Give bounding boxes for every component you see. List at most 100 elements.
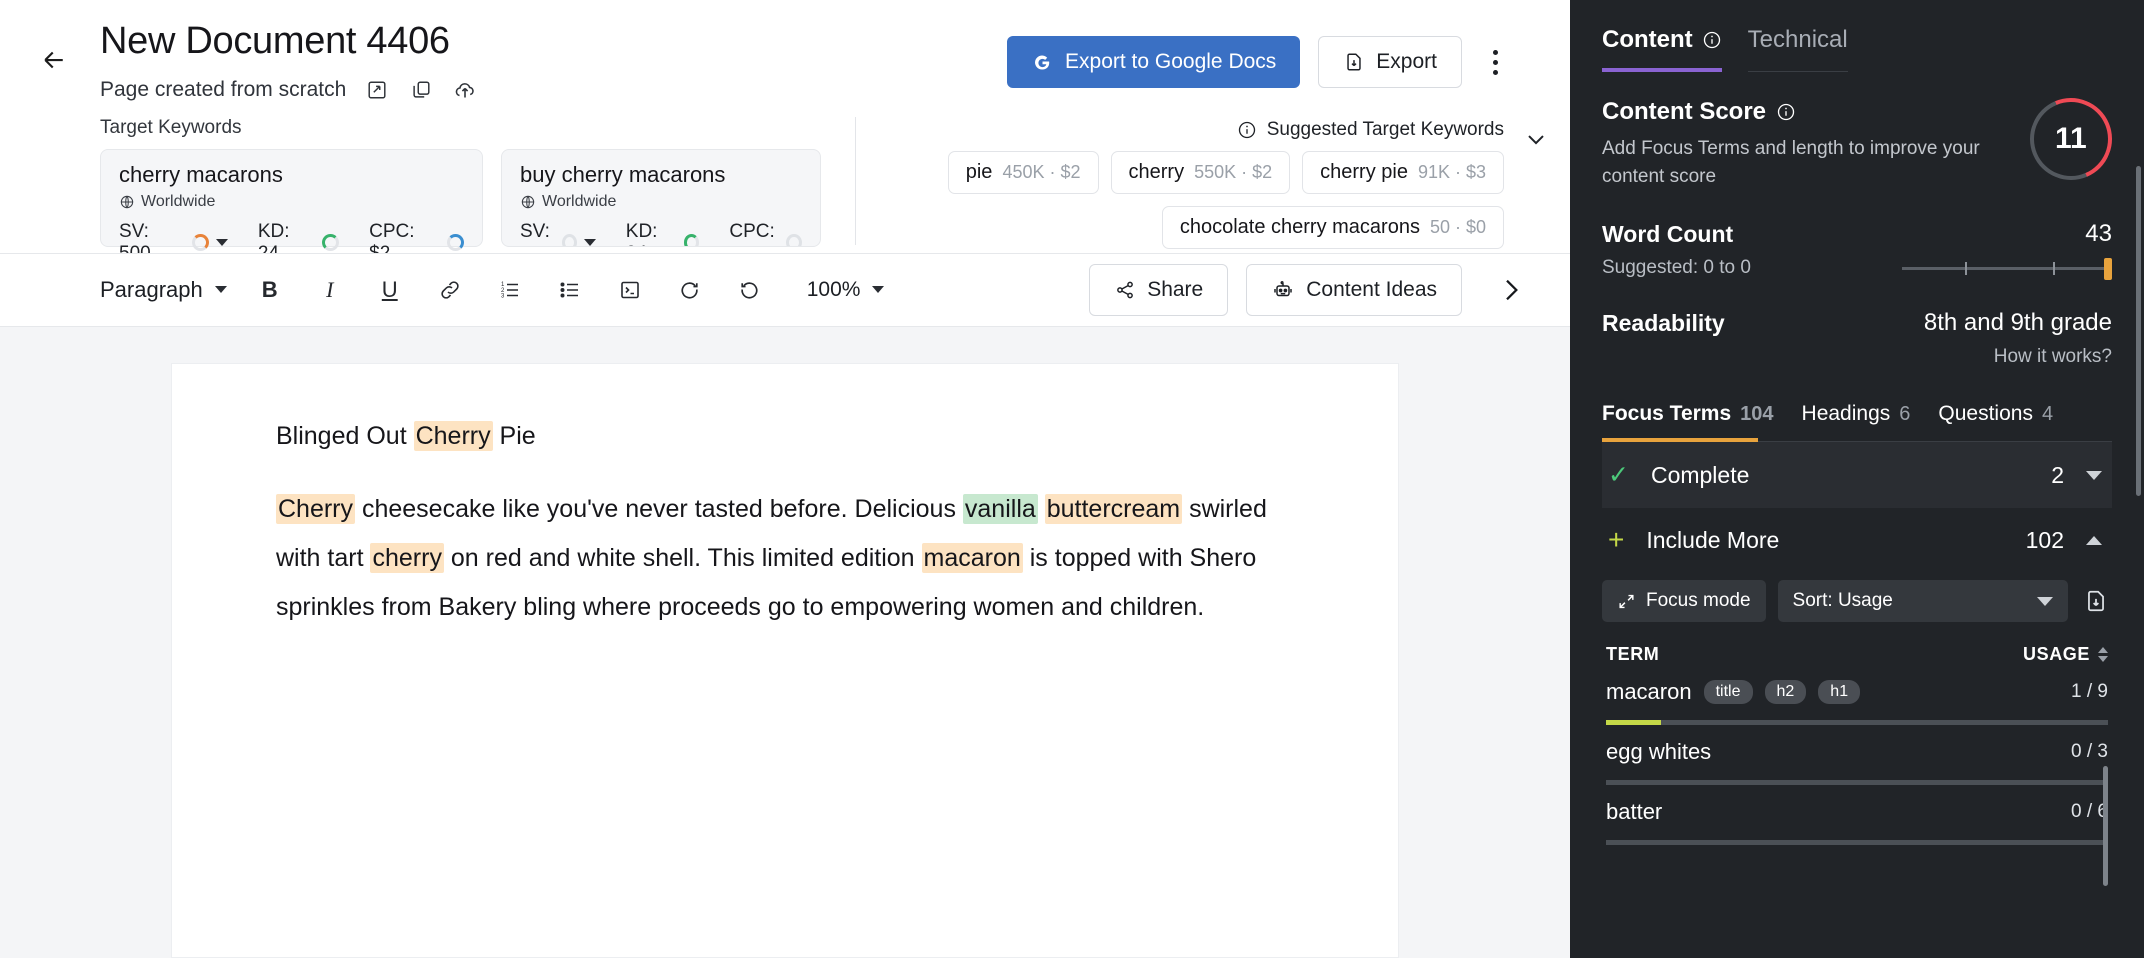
term-left: macaron title h2 h1 bbox=[1606, 679, 1860, 705]
section-complete[interactable]: ✓ Complete 2 bbox=[1602, 442, 2112, 508]
kd-gauge-icon bbox=[684, 234, 700, 246]
content-ideas-button[interactable]: Content Ideas bbox=[1246, 264, 1462, 316]
undo-button[interactable] bbox=[673, 273, 707, 307]
file-download-icon bbox=[2083, 588, 2109, 614]
terms-list-scrollbar[interactable] bbox=[2103, 766, 2108, 886]
tab-content[interactable]: Content bbox=[1602, 26, 1722, 72]
robot-icon bbox=[1271, 278, 1295, 302]
term-row[interactable]: egg whites 0 / 3 bbox=[1602, 725, 2112, 785]
term-name: batter bbox=[1606, 799, 1662, 825]
italic-button[interactable]: I bbox=[313, 273, 347, 307]
info-circle-icon[interactable] bbox=[1237, 120, 1257, 140]
usage-column-header-group[interactable]: USAGE bbox=[2023, 644, 2108, 665]
ordered-list-button[interactable]: 123 bbox=[493, 273, 527, 307]
suggested-keyword-chip[interactable]: chocolate cherry macarons 50 · $0 bbox=[1162, 206, 1504, 249]
redo-button[interactable] bbox=[733, 273, 767, 307]
chevron-down-icon bbox=[215, 286, 227, 293]
panel-scrollbar[interactable] bbox=[2136, 166, 2141, 496]
tab-headings-label: Headings bbox=[1802, 402, 1891, 426]
sort-arrows-icon bbox=[2098, 647, 2108, 662]
focus-terms-controls: Focus mode Sort: Usage bbox=[1602, 580, 2112, 622]
more-options-button[interactable] bbox=[1480, 40, 1510, 84]
search-volume-label: SV: - bbox=[520, 221, 555, 247]
keyword-name: buy cherry macarons bbox=[520, 163, 802, 187]
info-circle-icon[interactable] bbox=[1776, 102, 1796, 122]
heading-highlight-term: Cherry bbox=[414, 421, 493, 451]
word-count-slider[interactable] bbox=[1902, 267, 2112, 270]
term-row[interactable]: batter 0 / 6 bbox=[1602, 785, 2112, 845]
content-ideas-label: Content Ideas bbox=[1306, 278, 1437, 302]
sv-dropdown-caret-icon[interactable] bbox=[584, 239, 596, 246]
toolbar-right-group: Share Content Ideas bbox=[1089, 264, 1532, 316]
slider-thumb[interactable] bbox=[2104, 258, 2112, 280]
sv-dropdown-caret-icon[interactable] bbox=[216, 239, 228, 246]
insights-panel-inner: Content Technical Content Score bbox=[1570, 0, 2144, 845]
chip-name: chocolate cherry macarons bbox=[1180, 216, 1420, 239]
word-count-suggested: Suggested: 0 to 0 bbox=[1602, 257, 1751, 279]
sv-gauge-icon bbox=[192, 234, 209, 251]
info-circle-icon[interactable] bbox=[1702, 30, 1722, 50]
bold-button[interactable]: B bbox=[253, 273, 287, 307]
paragraph-style-dropdown[interactable]: Paragraph bbox=[100, 277, 227, 303]
term-badge-h1[interactable]: h1 bbox=[1818, 680, 1860, 704]
next-panel-button[interactable] bbox=[1490, 269, 1532, 311]
expand-arrows-icon bbox=[1617, 592, 1636, 611]
sort-dropdown[interactable]: Sort: Usage bbox=[1778, 580, 2068, 622]
link-button[interactable] bbox=[433, 273, 467, 307]
term-badge-h2[interactable]: h2 bbox=[1765, 680, 1807, 704]
slider-tick bbox=[1965, 262, 1967, 275]
keyword-location: Worldwide bbox=[520, 193, 802, 211]
suggested-keywords-collapse-button[interactable] bbox=[1522, 125, 1550, 158]
word-count-sub-row: Suggested: 0 to 0 bbox=[1602, 257, 2112, 279]
cpc-gauge-icon bbox=[447, 234, 464, 251]
focus-mode-button[interactable]: Focus mode bbox=[1602, 580, 1766, 622]
zoom-level-dropdown[interactable]: 100% bbox=[807, 278, 885, 302]
keyword-metrics: SV: - KD: 24 CPC: - bbox=[520, 221, 802, 247]
underline-button[interactable]: U bbox=[373, 273, 407, 307]
section-include-more-left: + Include More bbox=[1608, 526, 1779, 554]
edit-square-icon[interactable] bbox=[364, 77, 390, 103]
share-button[interactable]: Share bbox=[1089, 264, 1228, 316]
target-keyword-card[interactable]: buy cherry macarons Worldwide SV: - bbox=[501, 149, 821, 247]
target-keyword-cards: cherry macarons Worldwide SV: 500 bbox=[100, 149, 821, 247]
slider-tick bbox=[2053, 262, 2055, 275]
term-row[interactable]: macaron title h2 h1 1 / 9 bbox=[1602, 665, 2112, 725]
section-include-more[interactable]: + Include More 102 bbox=[1602, 508, 2112, 572]
word-count-block: Word Count 43 Suggested: 0 to 0 bbox=[1602, 220, 2112, 279]
export-to-google-docs-button[interactable]: Export to Google Docs bbox=[1007, 36, 1300, 88]
document-page[interactable]: Blinged Out Cherry Pie Cherry cheesecake… bbox=[171, 363, 1399, 958]
bulleted-list-button[interactable] bbox=[553, 273, 587, 307]
target-keyword-card[interactable]: cherry macarons Worldwide SV: 500 bbox=[100, 149, 483, 247]
download-terms-button[interactable] bbox=[2080, 585, 2112, 617]
search-volume-metric: SV: - bbox=[520, 221, 596, 247]
suggested-keyword-chip[interactable]: pie 450K · $2 bbox=[948, 151, 1099, 194]
back-button[interactable] bbox=[36, 42, 72, 78]
readability-row: Readability 8th and 9th grade bbox=[1602, 309, 2112, 337]
tab-focus-terms[interactable]: Focus Terms 104 bbox=[1602, 402, 1774, 442]
suggested-keyword-chip[interactable]: cherry 550K · $2 bbox=[1111, 151, 1291, 194]
readability-sub-row: How it works? bbox=[1602, 346, 2112, 368]
code-block-button[interactable] bbox=[613, 273, 647, 307]
heading-text: Blinged Out bbox=[276, 422, 414, 450]
zoom-level-label: 100% bbox=[807, 278, 861, 302]
suggested-keyword-chip[interactable]: cherry pie 91K · $3 bbox=[1302, 151, 1504, 194]
tab-questions[interactable]: Questions 4 bbox=[1938, 402, 2053, 442]
redo-icon bbox=[737, 277, 762, 302]
svg-text:3: 3 bbox=[501, 293, 505, 299]
term-name: macaron bbox=[1606, 679, 1692, 705]
cloud-upload-icon[interactable] bbox=[452, 77, 478, 103]
term-badge-title[interactable]: title bbox=[1704, 680, 1753, 704]
tab-focus-terms-label: Focus Terms bbox=[1602, 402, 1731, 426]
tab-technical[interactable]: Technical bbox=[1748, 26, 1848, 72]
insights-panel: Content Technical Content Score bbox=[1570, 0, 2144, 958]
word-count-row: Word Count 43 bbox=[1602, 220, 2112, 248]
export-button[interactable]: Export bbox=[1318, 36, 1462, 88]
copy-icon[interactable] bbox=[408, 77, 434, 103]
section-include-more-count: 102 bbox=[2026, 527, 2064, 554]
chevron-up-icon[interactable] bbox=[2086, 536, 2102, 545]
chevron-down-icon[interactable] bbox=[2086, 471, 2102, 480]
content-score-title-row: Content Score bbox=[1602, 98, 2002, 126]
how-it-works-link[interactable]: How it works? bbox=[1994, 346, 2112, 368]
tab-headings[interactable]: Headings 6 bbox=[1802, 402, 1911, 442]
plus-icon: + bbox=[1608, 526, 1624, 554]
